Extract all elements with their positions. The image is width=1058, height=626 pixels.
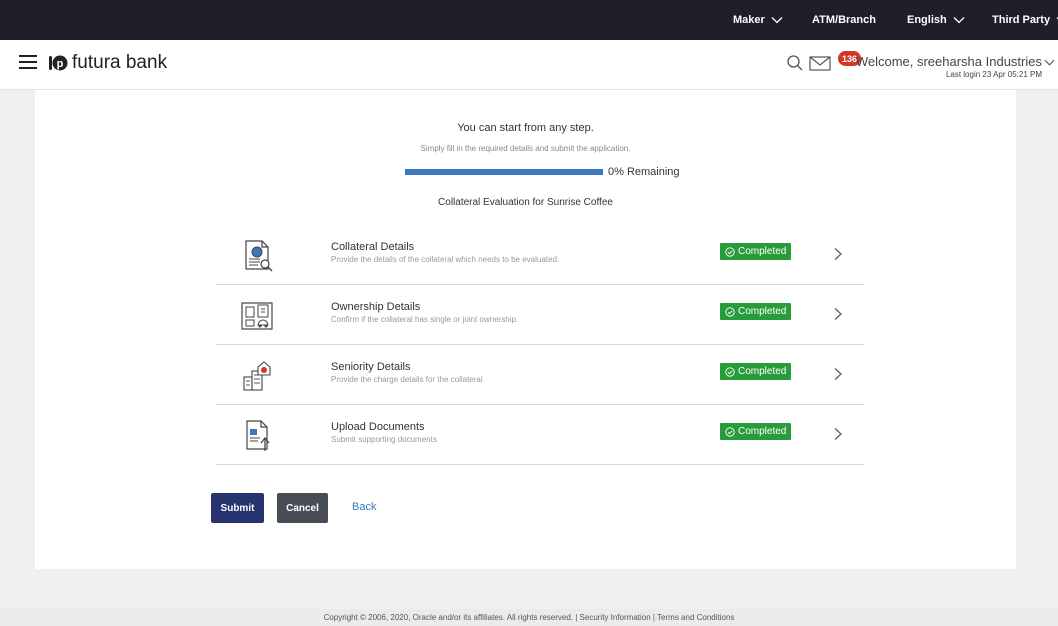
completed-status-badge: Completed — [720, 363, 792, 380]
hamburger-menu-icon[interactable] — [19, 55, 37, 71]
main-content-card: You can start from any step. Simply fill… — [35, 90, 1016, 569]
step-collateral-details[interactable]: Collateral Details Provide the details o… — [216, 225, 864, 285]
progress-remaining-text: 0% Remaining — [608, 166, 680, 178]
completed-status-badge: Completed — [720, 243, 792, 260]
atm-branch-label: ATM/Branch — [812, 14, 876, 26]
language-menu[interactable]: English — [907, 0, 965, 40]
footer-copyright-text: Copyright © 2006, 2020, Oracle and/or it… — [323, 613, 735, 622]
step-ownership-details[interactable]: Ownership Details Confirm if the collate… — [216, 285, 864, 345]
top-bar: Maker ATM/Branch English Third Party — [0, 0, 1058, 40]
upload-document-icon — [246, 420, 270, 451]
chevron-down-icon — [953, 17, 965, 24]
chevron-down-icon[interactable] — [1044, 57, 1055, 68]
step-title: Upload Documents — [331, 421, 425, 433]
application-title: Collateral Evaluation for Sunrise Coffee — [438, 197, 613, 208]
step-description: Confirm if the collateral has single or … — [331, 315, 519, 324]
step-description: Provide the details of the collateral wh… — [331, 255, 560, 264]
completed-status-badge: Completed — [720, 423, 792, 440]
user-profile-menu[interactable]: Welcome, sreeharsha Industries Last logi… — [856, 54, 1042, 79]
status-label: Completed — [738, 426, 787, 437]
search-icon[interactable] — [786, 54, 804, 72]
check-circle-icon — [725, 426, 735, 437]
status-label: Completed — [738, 306, 787, 317]
step-description: Submit supporting documents — [331, 435, 437, 444]
chevron-right-icon[interactable] — [833, 307, 843, 321]
logo-text: futura bank — [72, 52, 168, 73]
last-login-text: Last login 23 Apr 05:21 PM — [945, 70, 1042, 79]
chevron-right-icon[interactable] — [833, 367, 843, 381]
maker-label: Maker — [733, 14, 765, 26]
third-party-menu[interactable]: Third Party — [992, 0, 1058, 40]
check-circle-icon — [725, 246, 735, 257]
maker-menu[interactable]: Maker — [733, 0, 783, 40]
status-label: Completed — [738, 246, 787, 257]
back-link[interactable]: Back — [352, 501, 376, 513]
ownership-property-icon — [241, 302, 273, 330]
status-label: Completed — [738, 366, 787, 377]
step-title: Seniority Details — [331, 361, 411, 373]
completed-status-badge: Completed — [720, 303, 792, 320]
step-title: Collateral Details — [331, 241, 415, 253]
chevron-right-icon[interactable] — [833, 427, 843, 441]
seniority-building-icon — [243, 361, 271, 391]
mail-icon[interactable] — [808, 52, 834, 74]
step-list: Collateral Details Provide the details o… — [216, 225, 864, 465]
bank-logo[interactable]: p futura bank — [48, 52, 167, 74]
step-title: Ownership Details — [331, 301, 421, 313]
submit-button[interactable]: Submit — [211, 493, 264, 523]
cancel-button[interactable]: Cancel — [277, 493, 328, 523]
intro-heading: You can start from any step. — [457, 122, 594, 134]
third-party-label: Third Party — [992, 14, 1051, 26]
step-description: Provide the charge details for the colla… — [331, 375, 483, 384]
progress-bar — [405, 169, 603, 175]
svg-text:p: p — [57, 58, 64, 70]
language-label: English — [907, 14, 947, 26]
check-circle-icon — [725, 366, 735, 377]
welcome-text: Welcome, sreeharsha Industries — [855, 54, 1042, 69]
check-circle-icon — [725, 306, 735, 317]
chevron-right-icon[interactable] — [833, 247, 843, 261]
step-upload-documents[interactable]: Upload Documents Submit supporting docum… — [216, 405, 864, 465]
header: p futura bank 136 Welcome, sreeharsha In… — [0, 40, 1058, 90]
futura-logo-icon: p — [49, 55, 68, 71]
collateral-document-icon — [245, 240, 273, 272]
step-seniority-details[interactable]: Seniority Details Provide the charge det… — [216, 345, 864, 405]
chevron-down-icon — [771, 17, 783, 24]
atm-branch-link[interactable]: ATM/Branch — [812, 0, 876, 40]
intro-subtext: Simply fill in the required details and … — [420, 144, 631, 153]
footer: Copyright © 2006, 2020, Oracle and/or it… — [0, 609, 1058, 626]
